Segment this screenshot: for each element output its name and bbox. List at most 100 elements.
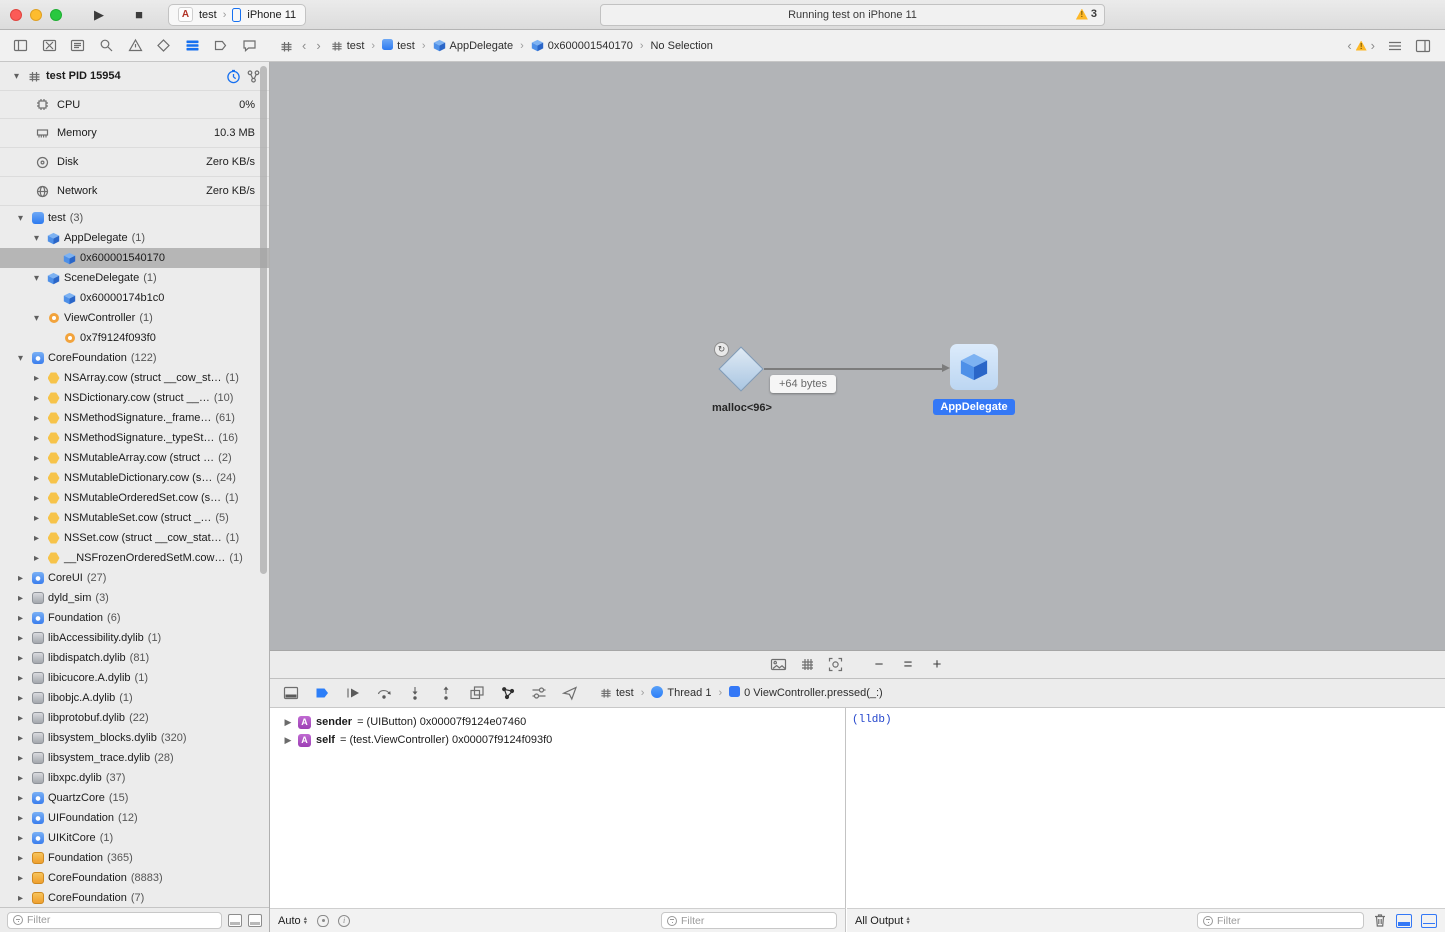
quicklook-icon[interactable] (317, 914, 330, 927)
next-issue-chevron[interactable]: › (1371, 38, 1375, 53)
tree-row[interactable]: ▸ NSMutableDictionary.cow (s… (24) (0, 468, 269, 488)
tree-row[interactable]: ▸ libdispatch.dylib (81) (0, 648, 269, 668)
view-hierarchy-icon[interactable] (468, 685, 485, 702)
tree-row[interactable]: ▸ UIKitCore (1) (0, 828, 269, 848)
jump-bar-crumb[interactable]: test (331, 40, 364, 52)
profile-in-instruments-icon[interactable] (226, 69, 241, 84)
scheme-name[interactable]: test (199, 9, 217, 21)
step-over-icon[interactable] (375, 685, 392, 702)
tree-row[interactable]: ▸ libprotobuf.dylib (22) (0, 708, 269, 728)
disclosure-triangle[interactable]: ▸ (14, 753, 27, 764)
tree-row[interactable]: 0x60000174b1c0 (0, 288, 269, 308)
gauge-row[interactable]: CPU 0% (0, 90, 269, 119)
navigator-tab-source-control[interactable] (41, 37, 58, 54)
output-scope-popup[interactable]: All Output ▲ ▼ (855, 915, 911, 927)
variable-row[interactable]: ▶ Aself = (test.ViewController) 0x00007f91… (270, 731, 845, 749)
console-view[interactable]: (lldb) (847, 708, 1445, 908)
disclosure-triangle[interactable]: ▸ (14, 573, 27, 584)
tree-row[interactable]: ▸ CoreFoundation (7) (0, 888, 269, 907)
console-filter-field[interactable] (1197, 912, 1364, 929)
disclosure-triangle[interactable]: ▸ (14, 793, 27, 804)
variables-filter-input[interactable] (681, 914, 831, 927)
disclosure-triangle[interactable]: ▸ (30, 493, 43, 504)
disclosure-triangle[interactable]: ▸ (14, 773, 27, 784)
scheme-selector[interactable]: A test › iPhone 11 (168, 3, 307, 26)
show-console-toggle[interactable] (1421, 913, 1437, 928)
tree-row[interactable]: ▾ ViewController (1) (0, 308, 269, 328)
disclosure-triangle[interactable]: ▾ (14, 213, 27, 224)
navigator-tab-reports[interactable] (241, 37, 258, 54)
tree-row[interactable]: ▸ NSMutableArray.cow (struct … (2) (0, 448, 269, 468)
editor-options-icon[interactable] (1387, 39, 1403, 53)
stop-button[interactable]: ■ (128, 7, 150, 22)
gauge-row[interactable]: Network Zero KB/s (0, 177, 269, 206)
zoom-actual-button[interactable]: = (901, 656, 915, 673)
disclosure-triangle[interactable]: ▸ (14, 633, 27, 644)
navigator-tab-debug-selected[interactable] (184, 37, 201, 54)
tree-row[interactable]: ▸ libsystem_trace.dylib (28) (0, 748, 269, 768)
tree-row[interactable]: ▸ NSMethodSignature._frame… (61) (0, 408, 269, 428)
disclosure-triangle[interactable]: ▸ (30, 553, 43, 564)
malloc-node[interactable]: ↻ (714, 342, 764, 392)
navigator-tab-project[interactable] (12, 37, 29, 54)
show-leaks-toggle-icon[interactable] (228, 913, 242, 927)
simulate-location-icon[interactable] (561, 685, 578, 702)
scope-popup[interactable]: Auto ▲ ▼ (278, 915, 308, 927)
tree-row[interactable]: ▸ NSMethodSignature._typeSt… (16) (0, 428, 269, 448)
gauge-row[interactable]: Memory 10.3 MB (0, 119, 269, 148)
sidebar-filter-input[interactable] (27, 914, 216, 926)
tree-row[interactable]: ▸ libicucore.A.dylib (1) (0, 668, 269, 688)
disclosure-triangle[interactable]: ▸ (30, 413, 43, 424)
tree-row[interactable]: ▸ libsystem_blocks.dylib (320) (0, 728, 269, 748)
tree-row[interactable]: ▸ libAccessibility.dylib (1) (0, 628, 269, 648)
tree-row[interactable]: ▾ test (3) (0, 208, 269, 228)
tree-row[interactable]: ▸ NSSet.cow (struct __cow_stat… (1) (0, 528, 269, 548)
tree-row[interactable]: ▸ NSMutableOrderedSet.cow (s… (1) (0, 488, 269, 508)
debug-crumb[interactable]: test (600, 687, 634, 699)
disclosure-triangle[interactable]: ▾ (10, 71, 23, 82)
debug-crumb[interactable]: 0 ViewController.pressed(_:) (729, 686, 883, 700)
disclosure-triangle[interactable]: ▾ (30, 233, 43, 244)
jump-bar-crumb[interactable]: 0x600001540170 (531, 39, 633, 52)
disclosure-triangle[interactable]: ▸ (14, 833, 27, 844)
variable-row[interactable]: ▶ Asender = (UIButton) 0x00007f9124e07460 (270, 713, 845, 731)
tree-row[interactable]: ▸ NSArray.cow (struct __cow_st… (1) (0, 368, 269, 388)
disclosure-triangle[interactable]: ▸ (30, 393, 43, 404)
appdelegate-node-label[interactable]: AppDelegate (922, 399, 1026, 415)
disclosure-triangle[interactable]: ▸ (30, 513, 43, 524)
navigator-tab-find[interactable] (98, 37, 115, 54)
tree-row[interactable]: ▸ Foundation (365) (0, 848, 269, 868)
tree-row[interactable]: ▾ SceneDelegate (1) (0, 268, 269, 288)
run-button[interactable]: ▶ (88, 7, 110, 23)
disclosure-triangle[interactable]: ▾ (14, 353, 27, 364)
snapshot-icon[interactable] (770, 657, 787, 672)
disclosure-triangle[interactable]: ▸ (14, 853, 27, 864)
disclosure-triangle[interactable]: ▸ (14, 813, 27, 824)
tree-row[interactable]: ▸ QuartzCore (15) (0, 788, 269, 808)
tree-row[interactable]: ▾ CoreFoundation (122) (0, 348, 269, 368)
disclosure-triangle[interactable]: ▾ (30, 273, 43, 284)
disclosure-triangle[interactable]: ▸ (14, 713, 27, 724)
disclosure-triangle[interactable]: ▸ (30, 373, 43, 384)
tree-row[interactable]: ▸ libxpc.dylib (37) (0, 768, 269, 788)
tree-row[interactable]: ▸ Foundation (6) (0, 608, 269, 628)
minimize-window-button[interactable] (30, 8, 42, 21)
disclosure-triangle[interactable]: ▸ (14, 873, 27, 884)
navigator-tab-issues[interactable] (127, 37, 144, 54)
disclosure-triangle[interactable]: ▶ (283, 735, 293, 746)
show-variables-view-toggle[interactable] (1396, 913, 1412, 928)
related-items-icon[interactable] (280, 40, 292, 52)
process-row[interactable]: ▾ test PID 15954 (0, 62, 269, 90)
variables-filter-field[interactable] (661, 912, 837, 929)
sidebar-filter-field[interactable] (7, 911, 222, 929)
debug-crumb[interactable]: Thread 1 (651, 685, 711, 701)
run-destination[interactable]: iPhone 11 (247, 9, 296, 21)
step-out-icon[interactable] (437, 685, 454, 702)
tree-row[interactable]: 0x7f9124f093f0 (0, 328, 269, 348)
hide-debug-area-icon[interactable] (282, 685, 299, 702)
navigator-tab-symbols[interactable] (69, 37, 86, 54)
jump-bar-crumb[interactable]: test (382, 38, 415, 53)
tree-row[interactable]: ▸ UIFoundation (12) (0, 808, 269, 828)
disclosure-triangle[interactable]: ▸ (14, 693, 27, 704)
issue-summary[interactable]: 3 (1075, 8, 1097, 20)
